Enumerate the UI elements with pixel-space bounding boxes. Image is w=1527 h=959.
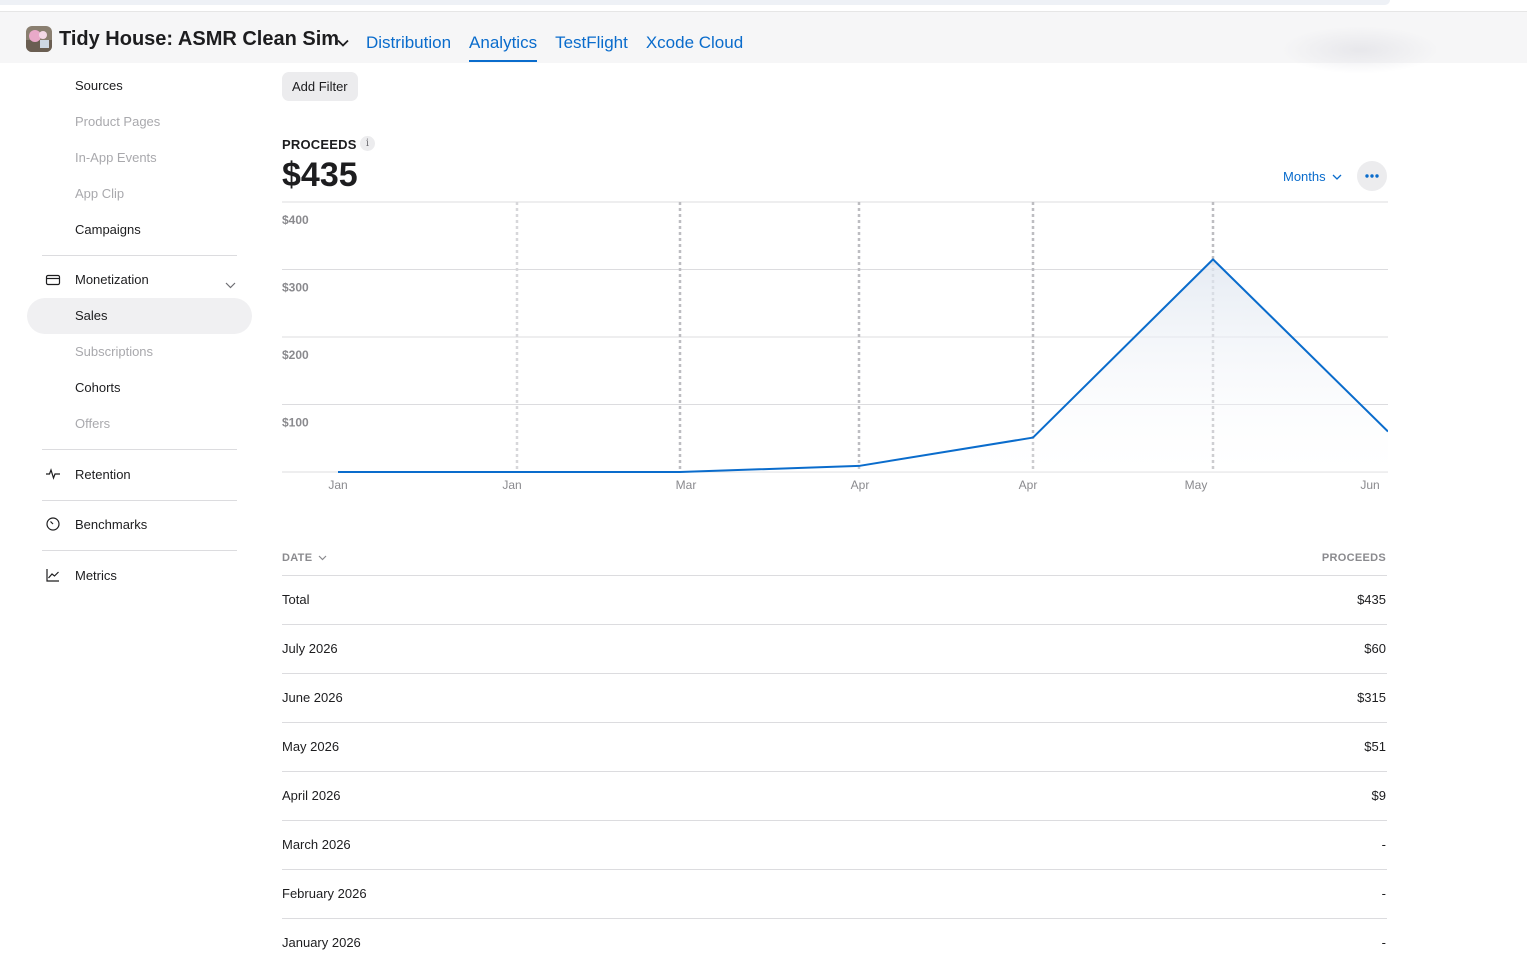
sidebar-item-offers[interactable]: Offers [75,416,110,431]
proceeds-column-header[interactable]: PROCEEDS [1322,552,1386,564]
sidebar-item-subscriptions[interactable]: Subscriptions [75,344,153,359]
period-selector[interactable]: Months [1283,169,1342,184]
date-header-label: DATE [282,552,313,564]
table-divider [282,918,1387,919]
table-row-value: $60 [1364,641,1386,656]
sidebar-item-in-app-events[interactable]: In-App Events [75,150,157,165]
app-switcher-chevron-icon[interactable] [337,34,349,52]
date-column-header[interactable]: DATE [282,552,327,564]
ellipsis-icon [1365,174,1379,178]
table-divider [282,869,1387,870]
x-tick-label: Jan [328,478,347,492]
app-icon [26,26,52,52]
line-chart-icon [45,567,61,583]
sidebar: Sources Product Pages In-App Events App … [0,63,260,959]
sidebar-selected-highlight [27,298,252,334]
add-filter-button[interactable]: Add Filter [282,72,358,101]
sidebar-item-benchmarks[interactable]: Benchmarks [75,517,147,532]
period-label: Months [1283,169,1326,184]
x-tick-label: Apr [851,478,870,492]
more-options-button[interactable] [1357,161,1387,191]
y-tick-label: $300 [282,281,309,295]
sidebar-item-sales[interactable]: Sales [75,308,108,323]
table-row-value: - [1381,886,1386,901]
table-divider [282,820,1387,821]
tab-analytics[interactable]: Analytics [469,33,538,63]
sidebar-item-product-pages[interactable]: Product Pages [75,114,160,129]
table-row-value: - [1381,837,1386,852]
info-icon[interactable]: i [360,136,375,151]
table-row-value: $315 [1357,690,1386,705]
table-divider [282,624,1387,625]
sidebar-item-retention[interactable]: Retention [75,467,131,482]
x-tick-label: Mar [676,478,697,492]
proceeds-chart: $400 $300 $200 $100 Jan Jan Mar Apr Apr May Jun [282,201,1388,492]
table-row-value: $9 [1371,788,1386,803]
x-tick-label: May [1185,478,1208,492]
x-tick-label: Jan [502,478,521,492]
sidebar-item-monetization[interactable]: Monetization [75,272,149,287]
table-row-value: $435 [1357,592,1386,607]
tab-distribution[interactable]: Distribution [366,33,451,63]
table-row-date: Total [282,592,310,607]
table-divider [282,673,1387,674]
x-tick-label: Jun [1360,478,1379,492]
table-divider [282,722,1387,723]
card-icon [45,272,61,288]
table-row-value: - [1381,935,1386,950]
table-divider [282,771,1387,772]
sidebar-item-sources[interactable]: Sources [75,78,123,93]
tab-testflight[interactable]: TestFlight [555,33,628,63]
table-row-date: June 2026 [282,690,343,705]
table-row-date: May 2026 [282,739,340,754]
sidebar-item-metrics[interactable]: Metrics [75,568,117,583]
sidebar-divider [42,500,237,501]
app-header: Tidy House: ASMR Clean Sim Distribution … [0,12,1527,74]
header-decoration [1280,26,1440,74]
sidebar-item-campaigns[interactable]: Campaigns [75,222,141,237]
table-row-date: March 2026 [282,837,351,852]
x-tick-label: Apr [1019,478,1038,492]
sidebar-divider [42,255,237,256]
app-title[interactable]: Tidy House: ASMR Clean Sim [59,28,339,51]
sidebar-item-app-clip[interactable]: App Clip [75,186,124,201]
nav-tabs: Distribution Analytics TestFlight Xcode … [366,33,761,63]
y-tick-label: $100 [282,416,309,430]
sidebar-divider [42,449,237,450]
table-divider [282,575,1387,576]
table-row-date: July 2026 [282,641,338,656]
y-tick-label: $400 [282,213,309,227]
sidebar-item-cohorts[interactable]: Cohorts [75,380,121,395]
gauge-icon [45,516,61,532]
monetization-chevron-icon[interactable] [225,276,236,294]
proceeds-area [338,259,1388,472]
sidebar-divider [42,550,237,551]
tab-xcode-cloud[interactable]: Xcode Cloud [646,33,743,63]
table-row-date: February 2026 [282,886,367,901]
y-tick-label: $200 [282,348,309,362]
sort-chevron-icon [318,555,327,561]
metric-label: PROCEEDS [282,137,357,152]
metric-value: $435 [282,156,358,194]
table-row-date: January 2026 [282,935,361,950]
top-strip-bar [0,0,1390,5]
browser-top-strip [0,0,1527,12]
table-row-date: April 2026 [282,788,341,803]
period-chevron-icon [1332,174,1342,180]
heartbeat-icon [45,466,61,482]
table-row-value: $51 [1364,739,1386,754]
